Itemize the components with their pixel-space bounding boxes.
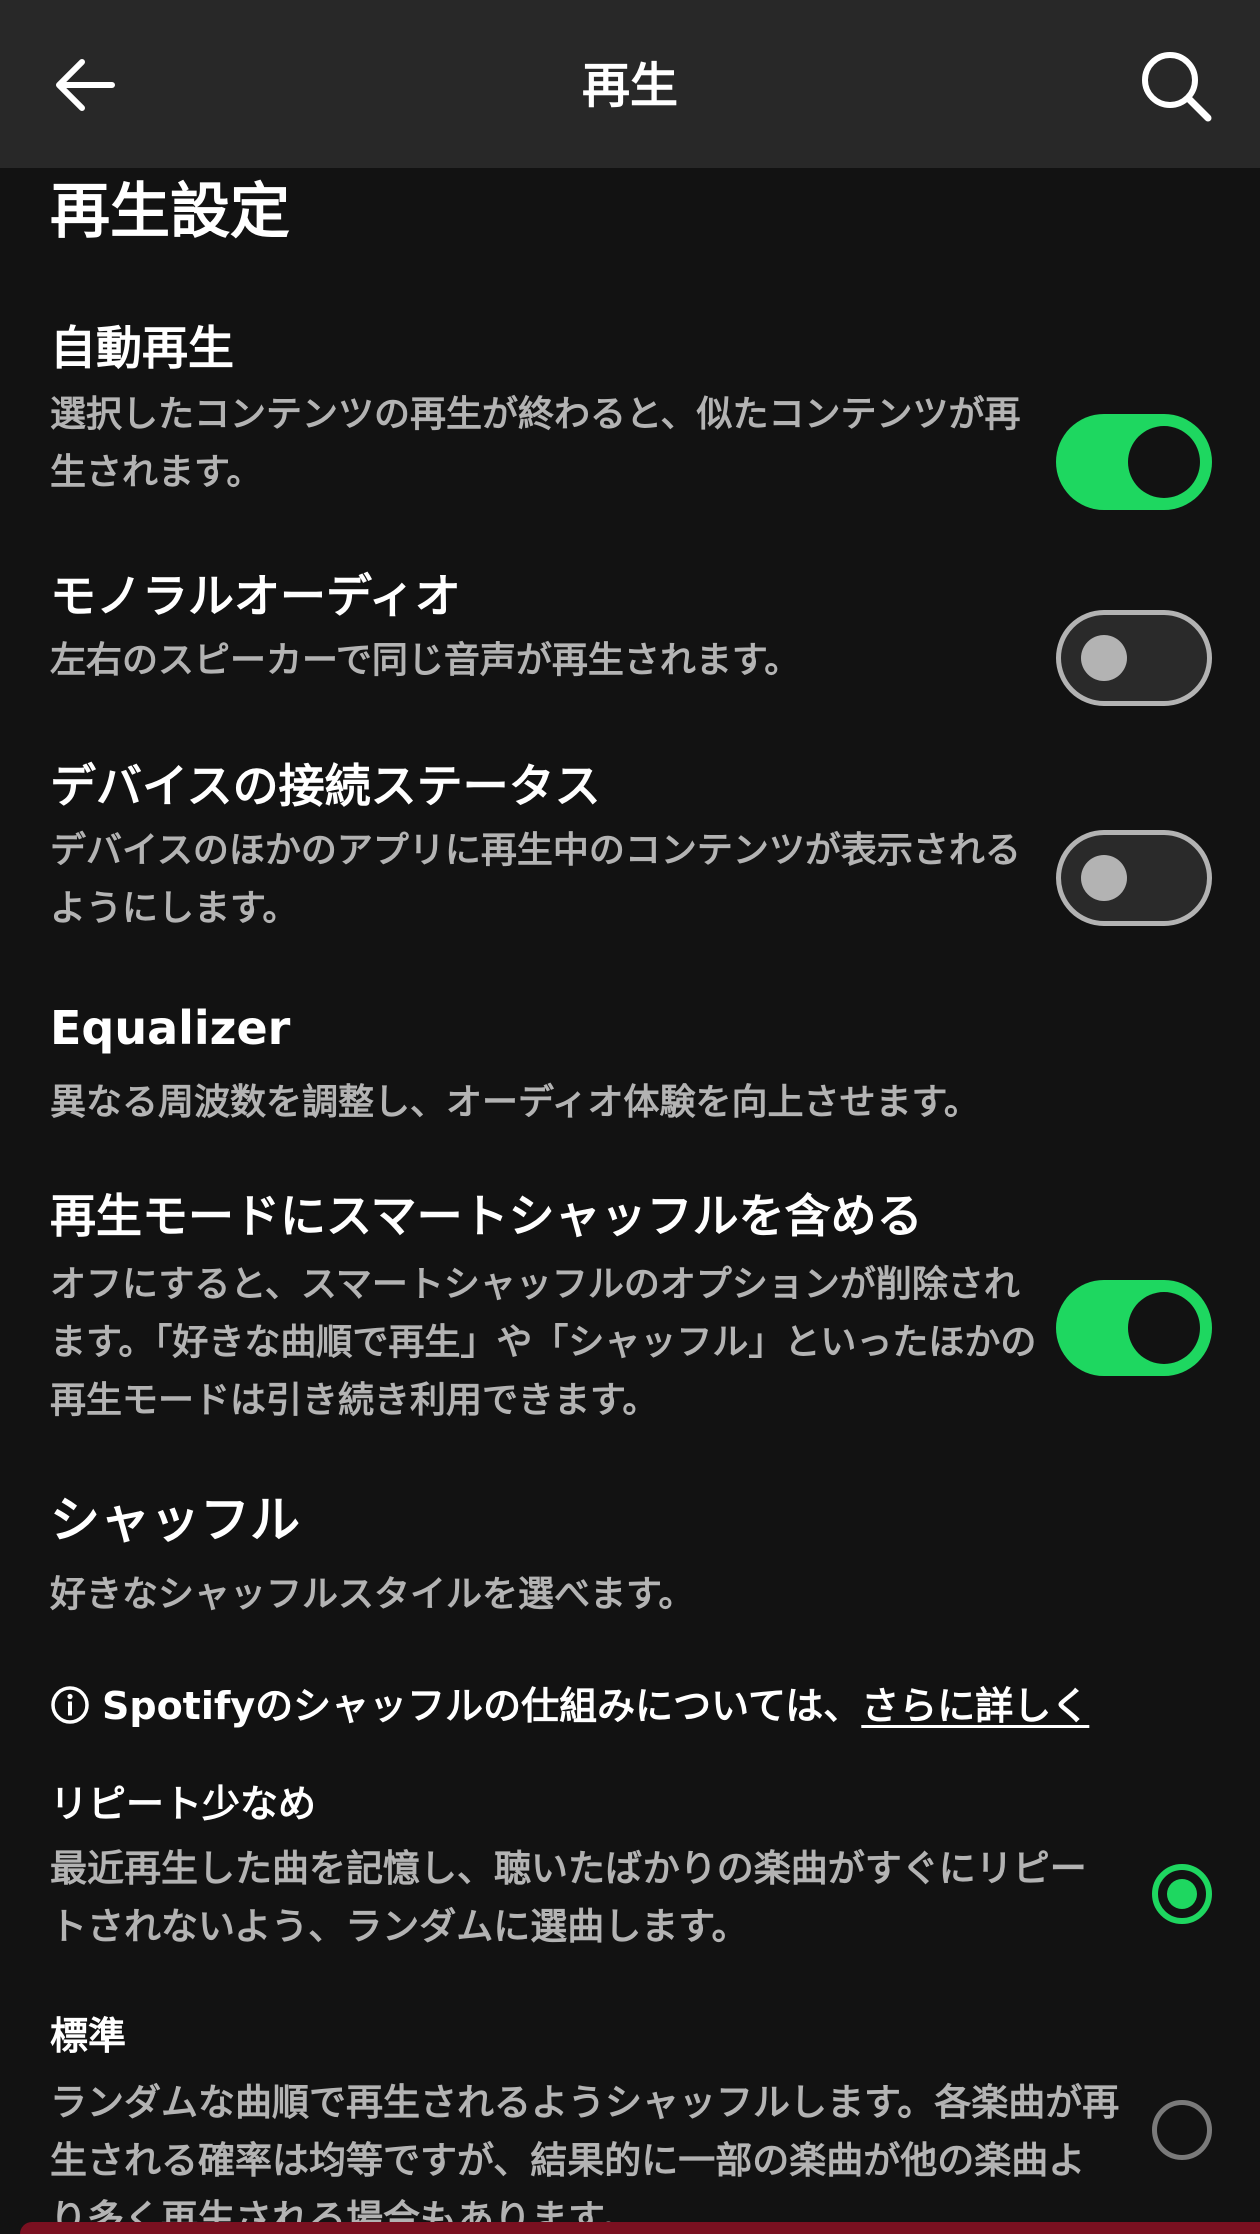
search-icon[interactable] bbox=[1138, 48, 1214, 124]
standard-radio[interactable] bbox=[1152, 2100, 1212, 2160]
learn-more-link[interactable]: さらに詳しく bbox=[861, 1684, 1089, 1728]
setting-description: 異なる周波数を調整し、オーディオ体験を向上させます。 bbox=[50, 1082, 980, 1123]
settings-content: 再生設定 自動再生 選択したコンテンツの再生が終わると、似たコンテンツが再生され… bbox=[0, 168, 1260, 2234]
setting-label: シャッフル bbox=[50, 1491, 300, 1549]
option-description: 最近再生した曲を記憶し、聴いたばかりの楽曲がすぐにリピートされないよう、ランダム… bbox=[50, 1847, 1087, 1948]
setting-description: 好きなシャッフルスタイルを選べます。 bbox=[50, 1574, 695, 1615]
setting-label: モノラルオーディオ bbox=[50, 569, 461, 623]
setting-description: 選択したコンテンツの再生が終わると、似たコンテンツが再生されます。 bbox=[50, 394, 1021, 493]
setting-label: デバイスの接続ステータス bbox=[50, 759, 601, 813]
top-app-bar: 再生 bbox=[0, 0, 1260, 168]
bottom-player-edge bbox=[20, 2222, 1260, 2234]
device-status-toggle[interactable] bbox=[1056, 830, 1212, 926]
option-description: ランダムな曲順で再生されるようシャッフルします。各楽曲が再生される確率は均等です… bbox=[50, 2081, 1120, 2234]
info-icon bbox=[51, 1686, 89, 1724]
setting-description: 左右のスピーカーで同じ音声が再生されます。 bbox=[50, 640, 801, 681]
radio-dot bbox=[1167, 1879, 1197, 1909]
smart-shuffle-toggle[interactable] bbox=[1056, 1280, 1212, 1376]
setting-label: Equalizer bbox=[50, 1001, 291, 1055]
toggle-knob bbox=[1081, 855, 1127, 901]
toggle-knob bbox=[1128, 426, 1200, 498]
page-title: 再生 bbox=[581, 58, 678, 114]
option-label: 標準 bbox=[50, 2014, 127, 2058]
autoplay-toggle[interactable] bbox=[1056, 414, 1212, 510]
setting-description: オフにすると、スマートシャッフルのオプションが削除されます。「好きな曲順で再生」… bbox=[50, 1264, 1037, 1421]
shuffle-info: Spotifyのシャッフルの仕組みについては、さらに詳しく bbox=[50, 1676, 1089, 1736]
setting-label: 再生モードにスマートシャッフルを含める bbox=[50, 1189, 923, 1243]
option-label: リピート少なめ bbox=[50, 1782, 317, 1826]
setting-label: 自動再生 bbox=[50, 321, 234, 375]
setting-description: デバイスのほかのアプリに再生中のコンテンツが表示されるようにします。 bbox=[50, 830, 1021, 929]
info-text: Spotifyのシャッフルの仕組みについては、 bbox=[102, 1684, 862, 1728]
toggle-knob bbox=[1081, 635, 1127, 681]
mono-audio-toggle[interactable] bbox=[1056, 610, 1212, 706]
fewer-repeats-radio[interactable] bbox=[1152, 1864, 1212, 1924]
section-title: 再生設定 bbox=[50, 177, 290, 247]
toggle-knob bbox=[1128, 1292, 1200, 1364]
